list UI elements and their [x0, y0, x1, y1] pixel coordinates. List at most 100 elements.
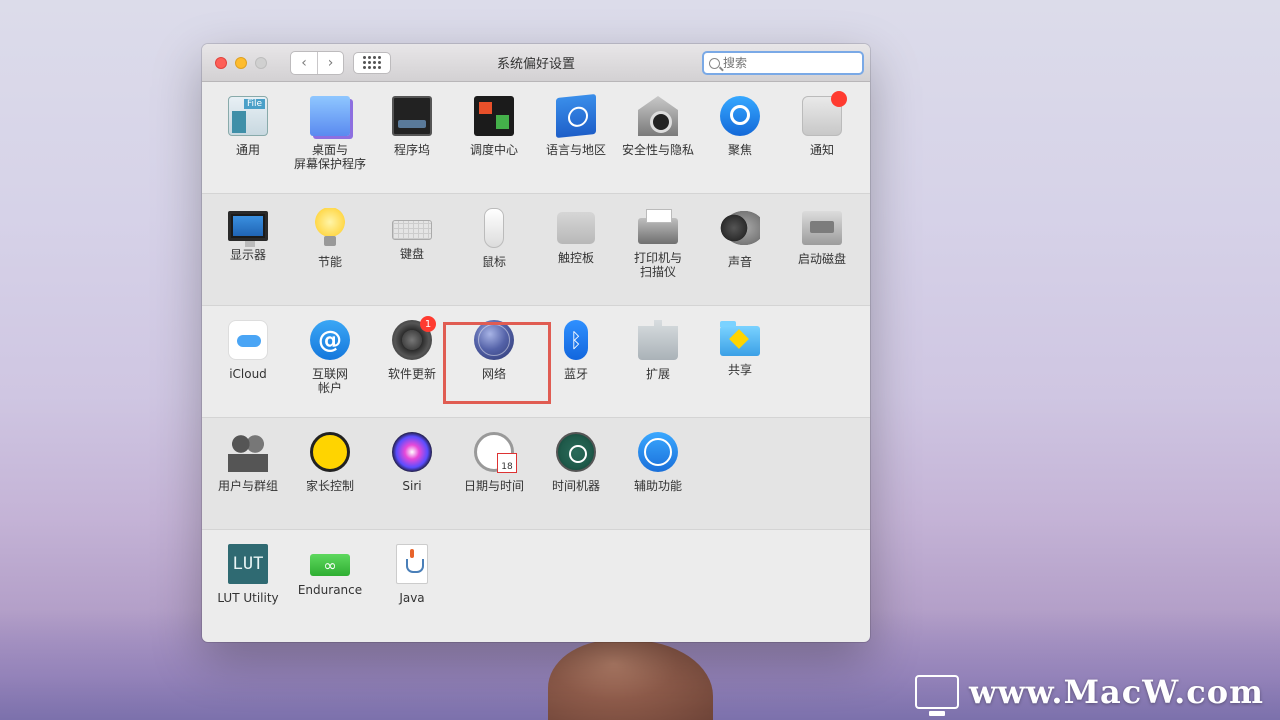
pref-energy-saver[interactable]: 节能: [289, 208, 371, 269]
pref-dock[interactable]: 程序坞: [371, 96, 453, 157]
pref-startup-disk[interactable]: 启动磁盘: [781, 208, 863, 266]
house-lock-icon: [638, 96, 678, 136]
pref-spotlight[interactable]: 聚焦: [699, 96, 781, 157]
gear-icon: 1: [392, 316, 436, 360]
pref-date-time[interactable]: 日期与时间: [453, 432, 535, 493]
pref-mouse[interactable]: 鼠标: [453, 208, 535, 269]
pref-label: 用户与群组: [217, 479, 278, 493]
parental-controls-icon: [310, 432, 350, 472]
users-icon: [228, 432, 268, 472]
update-count-badge: 1: [420, 316, 436, 332]
pref-desktop-screensaver[interactable]: 桌面与 屏幕保护程序: [289, 96, 371, 171]
hard-drive-icon: [802, 211, 842, 245]
forward-button[interactable]: ›: [317, 51, 343, 74]
pref-label: 聚焦: [727, 143, 752, 157]
grid-icon: [363, 56, 381, 69]
pref-label: 鼠标: [481, 255, 506, 269]
pref-label: Endurance: [297, 583, 363, 597]
monitor-logo-icon: [915, 675, 959, 716]
pref-label: 键盘: [399, 247, 424, 261]
pref-security-privacy[interactable]: 安全性与隐私: [617, 96, 699, 157]
pref-label: LUT Utility: [217, 591, 279, 605]
minimize-button[interactable]: [235, 56, 247, 69]
pref-label: 语言与地区: [545, 143, 606, 157]
pref-label: iCloud: [229, 367, 267, 381]
pref-label: 启动磁盘: [797, 252, 846, 266]
pref-label: 日期与时间: [463, 479, 524, 493]
pref-label: 家长控制: [305, 479, 354, 493]
section-hardware: 显示器 节能 键盘 鼠标 触控板 打印机与 扫描仪 声音 启动磁盘: [202, 194, 870, 306]
pref-label: 通用: [235, 143, 260, 157]
watermark-text: www.MacW.com: [969, 673, 1264, 711]
keyboard-icon: [392, 220, 432, 240]
section-system: 用户与群组 家长控制 Siri 日期与时间 时间机器 辅助功能: [202, 418, 870, 530]
pref-extensions[interactable]: 扩展: [617, 320, 699, 381]
pref-language-region[interactable]: 语言与地区: [535, 93, 617, 157]
clock-calendar-icon: [474, 432, 517, 473]
pref-accessibility[interactable]: 辅助功能: [617, 432, 699, 493]
pref-parental-controls[interactable]: 家长控制: [289, 432, 371, 493]
pref-label: 共享: [727, 363, 752, 377]
pref-label: 时间机器: [551, 479, 600, 493]
java-cup-icon: [396, 544, 428, 584]
search-input[interactable]: [723, 56, 853, 70]
notification-icon: [802, 91, 847, 136]
pref-label: 程序坞: [393, 143, 430, 157]
pref-printers-scanners[interactable]: 打印机与 扫描仪: [617, 208, 699, 279]
pref-label: 显示器: [229, 248, 266, 262]
pref-trackpad[interactable]: 触控板: [535, 208, 617, 265]
traffic-lights: [215, 56, 267, 69]
section-internet-wireless: iCloud 互联网 帐户 1 软件更新 网络 蓝牙 扩展 共享: [202, 306, 870, 418]
section-other: LUT LUT Utility ∞ Endurance Java: [202, 530, 870, 642]
pref-sharing[interactable]: 共享: [699, 320, 781, 377]
watermark: www.MacW.com: [915, 672, 1264, 716]
pref-sound[interactable]: 声音: [699, 208, 781, 269]
cloud-icon: [228, 320, 268, 360]
show-all-button[interactable]: [353, 51, 391, 74]
pref-icloud[interactable]: iCloud: [207, 320, 289, 381]
pref-label: 打印机与 扫描仪: [633, 251, 682, 279]
pref-label: Siri: [402, 479, 422, 493]
pref-internet-accounts[interactable]: 互联网 帐户: [289, 320, 371, 395]
pref-label: 通知: [809, 143, 834, 157]
at-sign-icon: [310, 320, 350, 360]
accessibility-icon: [638, 432, 678, 472]
pref-time-machine[interactable]: 时间机器: [535, 432, 617, 493]
search-field[interactable]: [702, 51, 864, 75]
pref-label: 互联网 帐户: [311, 367, 348, 395]
lut-icon: LUT: [228, 544, 268, 584]
pref-software-update[interactable]: 1 软件更新: [371, 316, 453, 381]
pref-label: 声音: [727, 255, 752, 269]
time-machine-icon: [556, 432, 596, 472]
pref-lut-utility[interactable]: LUT LUT Utility: [207, 544, 289, 605]
pref-users-groups[interactable]: 用户与群组: [207, 432, 289, 493]
zoom-button[interactable]: [255, 56, 267, 69]
close-button[interactable]: [215, 56, 227, 69]
bluetooth-icon: [564, 320, 588, 360]
desktop-icon: [310, 96, 350, 136]
network-highlight-box: [443, 322, 551, 404]
pref-general[interactable]: 通用: [207, 96, 289, 157]
navigation-buttons: ‹ ›: [290, 50, 344, 75]
back-button[interactable]: ‹: [291, 52, 317, 74]
pref-label: 辅助功能: [633, 479, 682, 493]
pref-endurance[interactable]: ∞ Endurance: [289, 544, 371, 597]
pref-label: 软件更新: [387, 367, 436, 381]
pref-label: 扩展: [645, 367, 670, 381]
pref-keyboard[interactable]: 键盘: [371, 208, 453, 261]
pref-notifications[interactable]: 通知: [781, 91, 863, 157]
trackpad-icon: [557, 212, 595, 244]
pref-java[interactable]: Java: [371, 544, 453, 605]
dock-icon: [392, 96, 432, 136]
titlebar: ‹ › 系统偏好设置: [202, 44, 870, 82]
pref-label: 桌面与 屏幕保护程序: [293, 143, 366, 171]
search-icon: [709, 57, 720, 69]
pref-mission-control[interactable]: 调度中心: [453, 96, 535, 157]
pref-displays[interactable]: 显示器: [207, 208, 289, 262]
lightbulb-icon: [310, 208, 350, 248]
pref-siri[interactable]: Siri: [371, 432, 453, 493]
printer-icon: [638, 209, 678, 244]
section-personal: 通用 桌面与 屏幕保护程序 程序坞 调度中心 语言与地区 安全性与隐私 聚焦: [202, 82, 870, 194]
pref-label: 调度中心: [469, 143, 518, 157]
system-preferences-window: ‹ › 系统偏好设置 通用 桌面与 屏幕保护程序 程序坞 调度中心: [202, 44, 870, 642]
